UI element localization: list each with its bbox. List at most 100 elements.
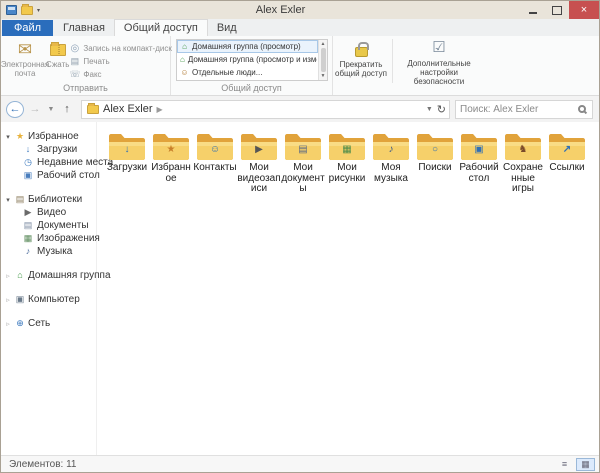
- ribbon: Электронная почта Сжать Запись на компак…: [1, 36, 599, 96]
- folder-tile[interactable]: Контакты: [193, 128, 237, 174]
- scroll-down-icon[interactable]: ▼: [321, 73, 326, 79]
- sidebar-item-Недавние места[interactable]: Недавние места: [1, 156, 96, 169]
- sidebar-section-label: Избранное: [28, 131, 79, 142]
- share-option-label: Домашняя группа (просмотр и изменение): [188, 55, 318, 64]
- links-folder-icon-glyph: [547, 143, 587, 157]
- details-view-button[interactable]: ≡: [555, 458, 574, 471]
- fax-button[interactable]: Факс: [69, 68, 171, 81]
- expanded-arrow-icon[interactable]: ▾: [4, 196, 12, 204]
- forward-button[interactable]: →: [26, 101, 44, 118]
- sidebar-item-label: Рабочий стол: [37, 170, 100, 181]
- email-icon: [18, 41, 32, 59]
- fax-icon: [69, 70, 80, 79]
- address-toolbar: ← → ▼ ↑ Alex Exler ▶ ▼ ↻: [1, 96, 599, 122]
- ribbon-group-share: Домашняя группа (просмотр) Домашняя групп…: [171, 36, 333, 95]
- recent-locations-dropdown-icon[interactable]: ▼: [46, 101, 56, 118]
- content-area[interactable]: Загрузки Избранное Контакты Мои видеозап…: [97, 122, 599, 455]
- folder-tile-label: Мои видеозаписи: [237, 163, 281, 195]
- collapsed-arrow-icon[interactable]: ▹: [4, 320, 12, 328]
- address-bar[interactable]: Alex Exler ▶ ▼ ↻: [81, 100, 450, 119]
- sidebar-item-Рабочий стол[interactable]: Рабочий стол: [1, 169, 96, 182]
- email-button[interactable]: Электронная почта: [4, 38, 46, 83]
- burn-disc-icon: [69, 44, 80, 54]
- desktop-folder-icon-glyph: [459, 143, 499, 157]
- folder-tile[interactable]: Моя музыка: [369, 128, 413, 184]
- tab-home[interactable]: Главная: [54, 20, 114, 36]
- qat-folder-icon[interactable]: [21, 6, 33, 15]
- folder-tile[interactable]: Сохраненные игры: [501, 128, 545, 195]
- advanced-security-button[interactable]: Дополнительные настройки безопасности: [396, 36, 482, 86]
- zip-button[interactable]: Сжать: [46, 38, 69, 83]
- collapsed-arrow-icon[interactable]: ▹: [4, 272, 12, 280]
- ribbon-group-send: Электронная почта Сжать Запись на компак…: [1, 36, 171, 95]
- search-box: [455, 100, 593, 119]
- scroll-thumb[interactable]: [321, 48, 326, 72]
- folder-tile[interactable]: Загрузки: [105, 128, 149, 174]
- folder-tile[interactable]: Рабочий стол: [457, 128, 501, 184]
- folder-tile-label: Ссылки: [545, 163, 589, 174]
- folder-tile[interactable]: Поиски: [413, 128, 457, 174]
- burn-disc-button[interactable]: Запись на компакт-диск: [69, 42, 171, 55]
- icons-view-button[interactable]: ▦: [576, 458, 595, 471]
- close-button[interactable]: ×: [569, 1, 599, 19]
- share-option[interactable]: Домашняя группа (просмотр): [177, 40, 318, 53]
- share-option[interactable]: Домашняя группа (просмотр и изменение): [177, 53, 318, 66]
- print-button[interactable]: Печать: [69, 55, 171, 68]
- folder-tile[interactable]: Мои видеозаписи: [237, 128, 281, 195]
- sidebar-section-label: Сеть: [28, 318, 50, 329]
- folder-tile[interactable]: Избранное: [149, 128, 193, 184]
- breadcrumb-path[interactable]: Alex Exler: [103, 103, 153, 115]
- desktop-icon: [22, 171, 34, 180]
- sidebar-item-label: Видео: [37, 207, 66, 218]
- up-button[interactable]: ↑: [58, 101, 76, 118]
- links-folder-icon: [547, 130, 587, 162]
- scroll-up-icon[interactable]: ▲: [321, 41, 326, 47]
- collapsed-arrow-icon[interactable]: ▹: [4, 296, 12, 304]
- downloads-folder-icon-glyph: [107, 143, 147, 157]
- expanded-arrow-icon[interactable]: ▾: [4, 133, 12, 141]
- folder-tile-label: Загрузки: [105, 163, 149, 174]
- sidebar-item-Документы[interactable]: Документы: [1, 219, 96, 232]
- sidebar-item-Музыка[interactable]: Музыка: [1, 245, 96, 258]
- search-input[interactable]: [456, 104, 578, 115]
- folder-tile[interactable]: Мои документы: [281, 128, 325, 195]
- minimize-button[interactable]: [521, 1, 545, 19]
- back-button[interactable]: ←: [6, 101, 24, 118]
- search-icon: [578, 105, 586, 113]
- downloads-folder-icon: [107, 130, 147, 162]
- tab-file[interactable]: Файл: [2, 20, 53, 36]
- sidebar-item-Видео[interactable]: Видео: [1, 206, 96, 219]
- sidebar-section-Избранное[interactable]: ▾ Избранное: [1, 130, 96, 143]
- sidebar-section-Библиотеки[interactable]: ▾Библиотеки: [1, 193, 96, 206]
- network-icon: [14, 319, 26, 328]
- window-title: Alex Exler: [40, 4, 521, 16]
- folder-tile[interactable]: Мои рисунки: [325, 128, 369, 184]
- video-library-icon: [22, 208, 34, 217]
- tab-share[interactable]: Общий доступ: [114, 19, 208, 36]
- tab-view[interactable]: Вид: [208, 20, 246, 36]
- sidebar-section-Домашняя группа[interactable]: ▹Домашняя группа: [1, 269, 96, 282]
- sidebar-section-Компьютер[interactable]: ▹Компьютер: [1, 293, 96, 306]
- main-area: ▾ИзбранноеЗагрузкиНедавние местаРабочий …: [1, 122, 599, 455]
- homegroup-icon: [14, 271, 26, 280]
- folder-tile[interactable]: Ссылки: [545, 128, 589, 174]
- share-option[interactable]: Отдельные люди...: [177, 66, 318, 79]
- sidebar-section-Сеть[interactable]: ▹ Сеть: [1, 317, 96, 330]
- breadcrumb-chevron-icon[interactable]: ▶: [157, 105, 163, 114]
- title-bar: ▾ Alex Exler ×: [1, 1, 599, 19]
- refresh-icon[interactable]: ↻: [437, 103, 446, 116]
- searches-folder-icon: [415, 130, 455, 162]
- stop-sharing-button[interactable]: Прекратить общий доступ: [333, 36, 389, 86]
- folder-tile-label: Моя музыка: [369, 163, 413, 184]
- folder-tile-label: Контакты: [193, 163, 237, 174]
- sidebar-item-Загрузки[interactable]: Загрузки: [1, 143, 96, 156]
- sidebar-item-Изображения[interactable]: Изображения: [1, 232, 96, 245]
- sidebar-item-label: Изображения: [37, 233, 100, 244]
- address-dropdown-icon[interactable]: ▼: [426, 106, 433, 113]
- maximize-button[interactable]: [545, 1, 569, 19]
- downloads-icon: [22, 145, 34, 154]
- share-list-scrollbar[interactable]: ▲ ▼: [318, 40, 327, 80]
- status-bar: Элементов: 11 ≡ ▦: [1, 455, 599, 472]
- videos-folder-icon-glyph: [239, 143, 279, 157]
- explorer-app-icon[interactable]: [6, 5, 17, 15]
